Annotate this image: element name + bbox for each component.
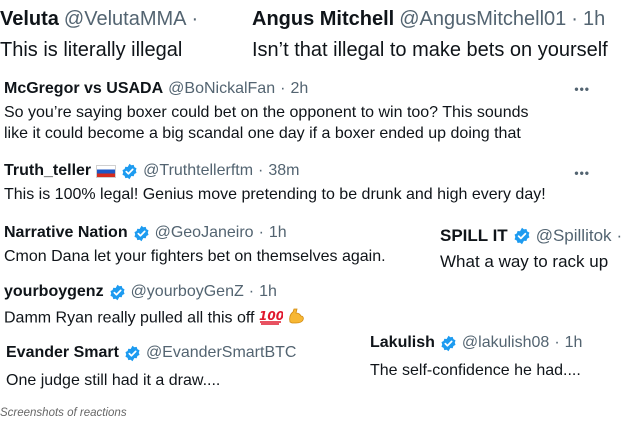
user-handle[interactable]: @Spillitok xyxy=(536,226,612,246)
verified-badge-icon xyxy=(121,163,138,180)
tweet-header: Angus Mitchell @AngusMitchell01 · 1h xyxy=(240,8,638,31)
verified-badge-icon xyxy=(440,335,457,352)
user-handle[interactable]: @Truthtellerftm xyxy=(143,162,253,180)
separator-dot: · xyxy=(258,224,264,241)
display-name[interactable]: Lakulish xyxy=(370,334,435,352)
display-name[interactable]: Truth_teller xyxy=(4,162,91,180)
verified-badge-icon xyxy=(109,284,126,301)
tweet-text: Isn’t that illegal to make bets on yours… xyxy=(252,39,608,61)
image-caption: Screenshots of reactions xyxy=(0,407,127,419)
tweet-header: Veluta @VelutaMMA · xyxy=(0,8,238,31)
tweet-text: Cmon Dana let your fighters bet on thems… xyxy=(4,248,386,265)
hundred-points-icon: 100 xyxy=(259,307,284,330)
user-handle[interactable]: @AngusMitchell01 xyxy=(399,8,566,31)
russia-flag-icon xyxy=(96,164,117,178)
tweet-truth-teller: Truth_teller @Truthtellerftm · 38m ••• T… xyxy=(0,162,600,212)
display-name[interactable]: SPILL IT xyxy=(440,226,508,246)
tweet-text-line2: like it could become a big scandal one d… xyxy=(4,125,521,142)
separator-dot: · xyxy=(280,80,286,97)
user-handle[interactable]: @BoNickalFan xyxy=(168,80,275,98)
user-handle[interactable]: @lakulish08 xyxy=(462,334,549,352)
tweet-text: This is 100% legal! Genius move pretendi… xyxy=(4,186,546,203)
user-handle[interactable]: @yourboyGenZ xyxy=(131,283,244,301)
separator-dot: · xyxy=(191,8,199,30)
tweet-text: The self-confidence he had.... xyxy=(370,362,581,379)
tweet-header: Lakulish @lakulish08 · 1h xyxy=(364,334,638,352)
tweet-header: Evander Smart @EvanderSmartBTC xyxy=(0,344,362,362)
user-handle[interactable]: @EvanderSmartBTC xyxy=(146,344,297,362)
tweet-text: What a way to rack up xyxy=(440,252,609,271)
separator-dot: · xyxy=(258,162,264,179)
tweet-yourboygenz: yourboygenz @yourboyGenZ · 1h Damm Ryan … xyxy=(0,283,420,335)
timestamp[interactable]: 38m xyxy=(268,162,299,180)
timestamp[interactable]: 1h xyxy=(583,8,605,31)
more-options-icon[interactable]: ••• xyxy=(574,82,590,96)
tweet-veluta: Veluta @VelutaMMA · This is literally il… xyxy=(0,8,238,66)
separator-dot: · xyxy=(248,283,255,300)
svg-text:100: 100 xyxy=(259,309,283,323)
display-name[interactable]: Narrative Nation xyxy=(4,224,128,242)
tweet-mcgregor-vs-usada: McGregor vs USADA @BoNickalFan · 2h ••• … xyxy=(0,80,600,146)
tweet-text: Damm Ryan really pulled all this off xyxy=(4,309,255,327)
display-name[interactable]: Evander Smart xyxy=(6,344,119,362)
tweet-angus-mitchell: Angus Mitchell @AngusMitchell01 · 1h Isn… xyxy=(240,8,638,66)
tweet-text: So you’re saying boxer could bet on the … xyxy=(4,104,529,121)
tweet-header: Narrative Nation @GeoJaneiro · 1h xyxy=(0,224,432,242)
display-name[interactable]: Angus Mitchell xyxy=(252,8,394,31)
timestamp[interactable]: 1h xyxy=(269,224,287,242)
display-name[interactable]: McGregor vs USADA xyxy=(4,80,163,98)
tweet-text: One judge still had it a draw.... xyxy=(6,372,221,389)
tweet-lakulish: Lakulish @lakulish08 · 1h The self-confi… xyxy=(364,334,638,390)
tweet-spill-it: SPILL IT @Spillitok · What a way to rack… xyxy=(434,226,638,278)
tweet-header: SPILL IT @Spillitok · xyxy=(434,226,638,246)
separator-dot: · xyxy=(616,226,623,245)
tweet-header: Truth_teller @Truthtellerftm · 38m xyxy=(0,162,600,180)
timestamp[interactable]: 2h xyxy=(290,80,308,98)
display-name[interactable]: Veluta xyxy=(0,8,59,31)
verified-badge-icon xyxy=(133,225,150,242)
tweet-text-row: Damm Ryan really pulled all this off 100 xyxy=(0,307,420,330)
tweet-narrative-nation: Narrative Nation @GeoJaneiro · 1h Cmon D… xyxy=(0,224,432,274)
more-options-icon[interactable]: ••• xyxy=(574,166,590,180)
timestamp[interactable]: 1h xyxy=(259,283,277,301)
tweet-header: McGregor vs USADA @BoNickalFan · 2h xyxy=(0,80,600,98)
display-name[interactable]: yourboygenz xyxy=(4,283,104,301)
tweet-text: This is literally illegal xyxy=(0,39,183,61)
tweet-header: yourboygenz @yourboyGenZ · 1h xyxy=(0,283,420,301)
timestamp[interactable]: 1h xyxy=(565,334,583,352)
separator-dot: · xyxy=(571,8,578,30)
tweet-evander-smart: Evander Smart @EvanderSmartBTC One judge… xyxy=(0,344,362,402)
flexed-biceps-icon xyxy=(287,307,305,330)
user-handle[interactable]: @GeoJaneiro xyxy=(155,224,254,242)
separator-dot: · xyxy=(554,334,560,351)
verified-badge-icon xyxy=(124,345,141,362)
verified-badge-icon xyxy=(513,227,531,245)
user-handle[interactable]: @VelutaMMA xyxy=(64,8,187,31)
